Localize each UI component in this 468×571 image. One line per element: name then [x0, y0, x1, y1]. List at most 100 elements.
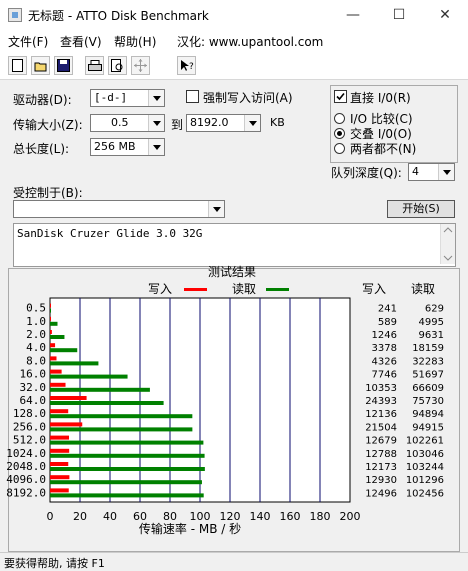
direct-io-checkbox[interactable] — [334, 90, 347, 103]
app-icon — [8, 8, 22, 22]
menu-file[interactable]: 文件(F) — [8, 33, 48, 50]
category-label: 32.0 — [20, 381, 47, 394]
queue-depth-label: 队列深度(Q): — [331, 166, 402, 180]
read-value: 101296 — [406, 475, 444, 486]
description-text: SanDisk Cruzer Glide 3.0 32G — [17, 227, 203, 240]
read-bar — [50, 401, 164, 405]
category-label: 8.0 — [26, 354, 46, 367]
controlled-by-label: 受控制于(B): — [13, 186, 83, 200]
total-length-select[interactable]: 256 MB — [90, 138, 165, 156]
read-value: 9631 — [419, 330, 444, 341]
x-tick-label: 200 — [340, 510, 361, 523]
toolbar: ? — [0, 53, 468, 80]
write-bar — [50, 448, 70, 453]
category-label: 1.0 — [26, 315, 46, 328]
print-preview-icon[interactable] — [108, 56, 127, 75]
chevron-down-icon — [148, 139, 164, 155]
category-label: 256.0 — [13, 420, 46, 433]
minimize-button[interactable]: — — [330, 0, 376, 31]
col-read-header: 读取 — [411, 282, 435, 296]
write-bar — [50, 369, 62, 374]
write-bar — [50, 462, 69, 466]
read-bar — [50, 453, 205, 458]
maximize-button[interactable]: ☐ — [376, 0, 422, 31]
queue-depth-select[interactable]: 4 — [408, 163, 455, 181]
x-tick-label: 160 — [280, 510, 301, 523]
menu-view[interactable]: 查看(V) — [60, 33, 102, 50]
title-bar: 无标题 - ATTO Disk Benchmark — ☐ ✕ — [0, 0, 468, 31]
write-value: 24393 — [365, 396, 397, 407]
read-bar — [50, 348, 78, 353]
write-value: 12930 — [365, 475, 397, 486]
write-legend-label: 写入 — [148, 282, 172, 296]
neither-radio[interactable] — [334, 143, 345, 154]
read-bar — [50, 493, 204, 498]
transfer-to-value: 8192.0 — [190, 116, 229, 129]
read-bar — [50, 321, 58, 326]
write-value: 21504 — [365, 422, 397, 433]
read-value: 103046 — [406, 449, 444, 460]
read-bar — [50, 467, 205, 471]
write-bar — [50, 422, 83, 427]
write-value: 589 — [378, 317, 397, 328]
io-compare-radio[interactable] — [334, 113, 345, 124]
transfer-to-label: 到 — [171, 118, 184, 132]
x-tick-label: 140 — [250, 510, 271, 523]
window-title: 无标题 - ATTO Disk Benchmark — [28, 9, 209, 23]
write-bar — [50, 356, 57, 361]
read-value: 102456 — [406, 488, 444, 499]
close-button[interactable]: ✕ — [422, 0, 468, 31]
move-icon[interactable] — [131, 56, 150, 75]
status-bar: 要获得帮助, 请按 F1 — [0, 552, 468, 571]
overlap-io-radio[interactable] — [334, 128, 345, 139]
help-icon[interactable]: ? — [177, 56, 196, 75]
read-bar — [50, 308, 51, 313]
save-icon[interactable] — [54, 56, 73, 75]
read-bar — [50, 374, 128, 379]
write-bar — [50, 303, 51, 308]
write-bar — [50, 488, 69, 493]
description-scrollbar[interactable] — [440, 224, 455, 264]
category-label: 16.0 — [20, 368, 47, 381]
write-bar — [50, 409, 69, 414]
category-label: 8192.0 — [6, 486, 46, 499]
read-bar — [50, 414, 193, 419]
transfer-to-select[interactable]: 8192.0 — [186, 114, 261, 132]
transfer-from-select[interactable]: 0.5 — [90, 114, 165, 132]
read-legend-swatch — [266, 288, 289, 291]
write-value: 1246 — [372, 330, 397, 341]
read-bar — [50, 361, 99, 366]
transfer-unit: KB — [270, 116, 285, 129]
read-value: 51697 — [412, 370, 444, 381]
read-value: 18159 — [412, 343, 444, 354]
print-icon[interactable] — [85, 56, 104, 75]
menu-help[interactable]: 帮助(H) — [114, 33, 156, 50]
open-icon[interactable] — [31, 56, 50, 75]
write-value: 12136 — [365, 409, 397, 420]
queue-depth-value: 4 — [412, 165, 419, 178]
start-button[interactable]: 开始(S) — [387, 200, 455, 218]
chevron-down-icon — [148, 90, 164, 106]
x-tick-label: 20 — [73, 510, 87, 523]
read-value: 4995 — [419, 317, 444, 328]
controlled-by-select[interactable] — [13, 200, 225, 218]
write-bar — [50, 330, 52, 334]
write-bar — [50, 343, 56, 348]
total-length-label: 总长度(L): — [13, 142, 70, 156]
force-write-label: 强制写入访问(A) — [203, 91, 293, 105]
write-value: 3378 — [372, 343, 397, 354]
force-write-checkbox[interactable] — [186, 90, 199, 103]
category-label: 4.0 — [26, 341, 46, 354]
menu-localization[interactable]: 汉化: www.upantool.com — [177, 33, 323, 50]
drive-select[interactable]: [-d-] — [90, 89, 165, 107]
new-icon[interactable] — [8, 56, 27, 75]
chevron-down-icon — [244, 115, 260, 131]
transfer-size-label: 传输大小(Z): — [13, 118, 83, 132]
write-value: 4326 — [372, 356, 397, 367]
results-header: 测试结果 — [208, 264, 256, 279]
x-axis-label: 传输速率 - MB / 秒 — [139, 521, 241, 536]
chevron-down-icon — [148, 115, 164, 131]
read-value: 94915 — [412, 422, 444, 433]
write-value: 12496 — [365, 488, 397, 499]
write-bar — [50, 475, 70, 480]
